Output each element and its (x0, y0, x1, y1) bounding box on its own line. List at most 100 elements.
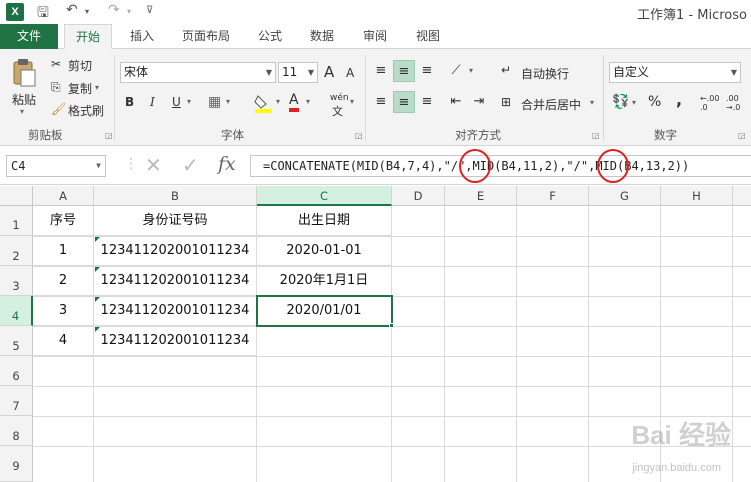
column-header-h[interactable]: H (661, 186, 733, 206)
wrap-text-icon[interactable]: ↵ (501, 63, 511, 77)
name-box[interactable]: C4 ▼ (6, 155, 106, 177)
cell-a4[interactable]: 3 (33, 296, 94, 326)
tab-page-layout[interactable]: 页面布局 (174, 24, 238, 49)
number-format-select[interactable]: 自定义 ▼ (609, 62, 741, 83)
row-header-7[interactable]: 7 (0, 386, 33, 416)
align-left-icon[interactable]: ≡ (370, 91, 392, 113)
select-all-corner[interactable] (0, 186, 33, 206)
copy-icon[interactable]: ⎘ (51, 80, 61, 95)
alignment-launcher-icon[interactable]: ◲ (592, 131, 600, 140)
error-indicator-icon[interactable] (95, 297, 100, 302)
column-header-g[interactable]: G (589, 186, 661, 206)
undo-icon[interactable]: ↶ (66, 2, 78, 18)
column-header-a[interactable]: A (33, 186, 94, 206)
paste-dropdown-icon[interactable]: ▾ (20, 107, 24, 116)
decrease-indent-icon[interactable]: ⇤ (445, 91, 467, 113)
align-center-icon[interactable]: ≡ (393, 91, 415, 113)
tab-file[interactable]: 文件 (0, 24, 58, 49)
fill-handle[interactable] (389, 323, 394, 328)
fill-color-icon[interactable] (254, 93, 272, 113)
paste-button[interactable]: 粘贴 (12, 91, 36, 108)
accounting-dropdown-icon[interactable]: ▾ (632, 98, 636, 107)
cell-b5[interactable]: 123411202001011234 (94, 326, 257, 356)
accounting-format-icon[interactable]: 💱 (612, 94, 629, 110)
row-header-2[interactable]: 2 (0, 236, 33, 266)
column-header-c[interactable]: C (257, 186, 392, 206)
font-name-select[interactable]: 宋体 ▼ (120, 62, 276, 83)
row-header-6[interactable]: 6 (0, 356, 33, 386)
tab-home[interactable]: 开始 (64, 24, 112, 49)
tab-formulas[interactable]: 公式 (250, 24, 290, 49)
font-color-button[interactable]: A (289, 93, 299, 112)
tab-review[interactable]: 审阅 (355, 24, 395, 49)
copy-dropdown-icon[interactable]: ▾ (95, 83, 99, 92)
enter-icon[interactable]: ✓ (182, 153, 199, 177)
row-header-5[interactable]: 5 (0, 326, 33, 356)
font-size-select[interactable]: 11 ▼ (278, 62, 318, 83)
align-top-icon[interactable]: ≡ (370, 60, 392, 82)
clipboard-launcher-icon[interactable]: ◲ (105, 131, 113, 140)
bold-button[interactable]: B (125, 95, 134, 109)
merge-center-dropdown-icon[interactable]: ▾ (590, 98, 594, 107)
formula-input[interactable]: =CONCATENATE(MID(B4,7,4),"/",MID(B4,11,2… (250, 155, 751, 177)
error-indicator-icon[interactable] (95, 237, 100, 242)
tab-data[interactable]: 数据 (302, 24, 342, 49)
cell-c2[interactable]: 2020-01-01 (257, 236, 392, 266)
phonetic-dropdown-icon[interactable]: ▾ (350, 97, 354, 106)
customize-quick-access-icon[interactable]: ⊽ (146, 5, 153, 16)
borders-icon[interactable]: ▦ (208, 94, 221, 110)
align-bottom-icon[interactable]: ≡ (416, 60, 438, 82)
italic-button[interactable]: I (150, 95, 155, 109)
format-painter-icon[interactable]: 🖌 (51, 102, 66, 116)
copy-button[interactable]: 复制 (68, 80, 92, 97)
column-header-b[interactable]: B (94, 186, 257, 206)
cell-b1[interactable]: 身份证号码 (94, 206, 257, 236)
cell-a3[interactable]: 2 (33, 266, 94, 296)
orientation-icon[interactable]: ⟋ (445, 60, 467, 82)
save-icon[interactable]: 🖫 (37, 2, 49, 26)
number-launcher-icon[interactable]: ◲ (738, 131, 746, 140)
undo-dropdown-icon[interactable]: ▾ (85, 7, 89, 16)
cell-c1[interactable]: 出生日期 (257, 206, 392, 236)
merge-center-icon[interactable]: ⊞ (501, 95, 511, 109)
font-launcher-icon[interactable]: ◲ (355, 131, 363, 140)
cell-b2[interactable]: 123411202001011234 (94, 236, 257, 266)
cancel-icon[interactable]: ✕ (145, 153, 162, 177)
align-middle-icon[interactable]: ≡ (393, 60, 415, 82)
cell-a5[interactable]: 4 (33, 326, 94, 356)
row-header-4[interactable]: 4 (0, 296, 33, 326)
percent-style-button[interactable]: % (648, 94, 661, 110)
row-header-1[interactable]: 1 (0, 206, 33, 236)
font-color-dropdown-icon[interactable]: ▾ (306, 97, 310, 106)
cut-icon[interactable]: ✂ (51, 57, 61, 71)
tab-view[interactable]: 视图 (408, 24, 448, 49)
increase-decimal-button[interactable]: ←.00 .0 (700, 94, 719, 112)
cell-a1[interactable]: 序号 (33, 206, 94, 236)
borders-dropdown-icon[interactable]: ▾ (226, 97, 230, 106)
error-indicator-icon[interactable] (95, 327, 100, 332)
row-header-8[interactable]: 8 (0, 416, 33, 446)
increase-indent-icon[interactable]: ⇥ (468, 91, 490, 113)
phonetic-guide-button[interactable]: wén (330, 93, 349, 103)
column-header-f[interactable]: F (517, 186, 589, 206)
wrap-text-button[interactable]: 自动换行 (521, 65, 569, 82)
grow-font-button[interactable]: A (324, 63, 334, 81)
orientation-dropdown-icon[interactable]: ▾ (469, 66, 473, 75)
row-header-9[interactable]: 9 (0, 446, 33, 482)
align-right-icon[interactable]: ≡ (416, 91, 438, 113)
cut-button[interactable]: 剪切 (68, 57, 92, 74)
redo-icon[interactable]: ↷ (108, 2, 120, 18)
comma-style-button[interactable]: , (676, 90, 682, 109)
cell-a2[interactable]: 1 (33, 236, 94, 266)
merge-center-button[interactable]: 合并后居中 (521, 96, 581, 113)
column-header-d[interactable]: D (392, 186, 445, 206)
cell-b4[interactable]: 123411202001011234 (94, 296, 257, 326)
insert-function-icon[interactable]: fx (218, 153, 236, 175)
column-header-i[interactable] (733, 186, 751, 206)
cell-c3[interactable]: 2020年1月1日 (257, 266, 392, 296)
row-header-3[interactable]: 3 (0, 266, 33, 296)
worksheet-grid[interactable]: A B C D E F G H 1 2 3 4 5 6 7 8 9 序号 身份证… (0, 186, 751, 482)
underline-dropdown-icon[interactable]: ▾ (187, 97, 191, 106)
cell-b3[interactable]: 123411202001011234 (94, 266, 257, 296)
column-header-e[interactable]: E (445, 186, 517, 206)
